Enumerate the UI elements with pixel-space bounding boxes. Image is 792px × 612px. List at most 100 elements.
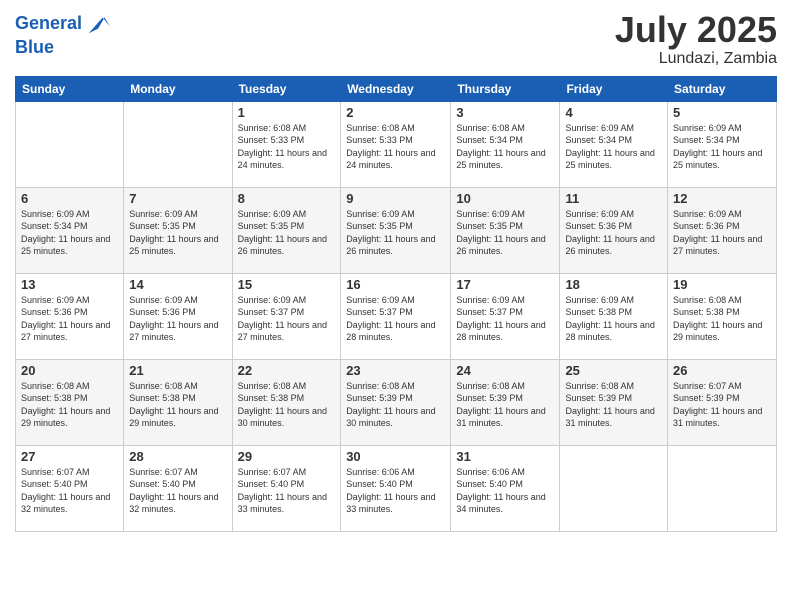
day-number: 17	[456, 277, 554, 292]
calendar-cell: 24 Sunrise: 6:08 AMSunset: 5:39 PMDaylig…	[451, 359, 560, 445]
calendar-cell: 18 Sunrise: 6:09 AMSunset: 5:38 PMDaylig…	[560, 273, 668, 359]
day-info: Sunrise: 6:07 AMSunset: 5:40 PMDaylight:…	[129, 466, 226, 516]
day-number: 13	[21, 277, 118, 292]
day-number: 20	[21, 363, 118, 378]
calendar-cell: 31 Sunrise: 6:06 AMSunset: 5:40 PMDaylig…	[451, 445, 560, 531]
calendar-cell: 3 Sunrise: 6:08 AMSunset: 5:34 PMDayligh…	[451, 101, 560, 187]
calendar-cell: 2 Sunrise: 6:08 AMSunset: 5:33 PMDayligh…	[341, 101, 451, 187]
day-info: Sunrise: 6:07 AMSunset: 5:39 PMDaylight:…	[673, 380, 771, 430]
calendar-cell: 19 Sunrise: 6:08 AMSunset: 5:38 PMDaylig…	[668, 273, 777, 359]
day-number: 4	[565, 105, 662, 120]
calendar-cell	[560, 445, 668, 531]
col-friday: Friday	[560, 76, 668, 101]
col-saturday: Saturday	[668, 76, 777, 101]
day-info: Sunrise: 6:09 AMSunset: 5:37 PMDaylight:…	[238, 294, 336, 344]
day-info: Sunrise: 6:08 AMSunset: 5:38 PMDaylight:…	[238, 380, 336, 430]
calendar-cell: 22 Sunrise: 6:08 AMSunset: 5:38 PMDaylig…	[232, 359, 341, 445]
day-number: 18	[565, 277, 662, 292]
day-number: 7	[129, 191, 226, 206]
calendar-header-row: Sunday Monday Tuesday Wednesday Thursday…	[16, 76, 777, 101]
day-info: Sunrise: 6:09 AMSunset: 5:35 PMDaylight:…	[129, 208, 226, 258]
day-number: 29	[238, 449, 336, 464]
day-info: Sunrise: 6:09 AMSunset: 5:36 PMDaylight:…	[673, 208, 771, 258]
day-number: 21	[129, 363, 226, 378]
day-number: 14	[129, 277, 226, 292]
calendar-cell: 7 Sunrise: 6:09 AMSunset: 5:35 PMDayligh…	[124, 187, 232, 273]
day-info: Sunrise: 6:08 AMSunset: 5:33 PMDaylight:…	[238, 122, 336, 172]
day-info: Sunrise: 6:09 AMSunset: 5:36 PMDaylight:…	[129, 294, 226, 344]
calendar-cell: 17 Sunrise: 6:09 AMSunset: 5:37 PMDaylig…	[451, 273, 560, 359]
calendar-cell: 6 Sunrise: 6:09 AMSunset: 5:34 PMDayligh…	[16, 187, 124, 273]
logo: General Blue	[15, 10, 112, 58]
calendar: Sunday Monday Tuesday Wednesday Thursday…	[15, 76, 777, 532]
day-number: 2	[346, 105, 445, 120]
col-monday: Monday	[124, 76, 232, 101]
day-number: 10	[456, 191, 554, 206]
day-info: Sunrise: 6:09 AMSunset: 5:37 PMDaylight:…	[346, 294, 445, 344]
calendar-cell: 15 Sunrise: 6:09 AMSunset: 5:37 PMDaylig…	[232, 273, 341, 359]
day-number: 3	[456, 105, 554, 120]
calendar-week-5: 27 Sunrise: 6:07 AMSunset: 5:40 PMDaylig…	[16, 445, 777, 531]
calendar-cell: 10 Sunrise: 6:09 AMSunset: 5:35 PMDaylig…	[451, 187, 560, 273]
day-info: Sunrise: 6:09 AMSunset: 5:34 PMDaylight:…	[673, 122, 771, 172]
day-info: Sunrise: 6:09 AMSunset: 5:35 PMDaylight:…	[346, 208, 445, 258]
day-info: Sunrise: 6:08 AMSunset: 5:38 PMDaylight:…	[129, 380, 226, 430]
day-info: Sunrise: 6:09 AMSunset: 5:35 PMDaylight:…	[456, 208, 554, 258]
calendar-cell: 20 Sunrise: 6:08 AMSunset: 5:38 PMDaylig…	[16, 359, 124, 445]
logo-icon	[84, 10, 112, 38]
day-number: 1	[238, 105, 336, 120]
calendar-cell: 9 Sunrise: 6:09 AMSunset: 5:35 PMDayligh…	[341, 187, 451, 273]
day-number: 6	[21, 191, 118, 206]
calendar-cell: 13 Sunrise: 6:09 AMSunset: 5:36 PMDaylig…	[16, 273, 124, 359]
day-info: Sunrise: 6:06 AMSunset: 5:40 PMDaylight:…	[346, 466, 445, 516]
day-number: 25	[565, 363, 662, 378]
day-info: Sunrise: 6:09 AMSunset: 5:34 PMDaylight:…	[565, 122, 662, 172]
page: General Blue July 2025 Lundazi, Zambia S…	[0, 0, 792, 612]
calendar-cell: 29 Sunrise: 6:07 AMSunset: 5:40 PMDaylig…	[232, 445, 341, 531]
day-number: 9	[346, 191, 445, 206]
calendar-cell: 23 Sunrise: 6:08 AMSunset: 5:39 PMDaylig…	[341, 359, 451, 445]
day-number: 15	[238, 277, 336, 292]
day-info: Sunrise: 6:09 AMSunset: 5:35 PMDaylight:…	[238, 208, 336, 258]
day-number: 5	[673, 105, 771, 120]
day-number: 19	[673, 277, 771, 292]
day-number: 23	[346, 363, 445, 378]
day-info: Sunrise: 6:09 AMSunset: 5:38 PMDaylight:…	[565, 294, 662, 344]
calendar-cell: 26 Sunrise: 6:07 AMSunset: 5:39 PMDaylig…	[668, 359, 777, 445]
col-wednesday: Wednesday	[341, 76, 451, 101]
day-number: 16	[346, 277, 445, 292]
logo-subtext: Blue	[15, 38, 112, 58]
calendar-cell: 28 Sunrise: 6:07 AMSunset: 5:40 PMDaylig…	[124, 445, 232, 531]
col-sunday: Sunday	[16, 76, 124, 101]
day-info: Sunrise: 6:08 AMSunset: 5:39 PMDaylight:…	[565, 380, 662, 430]
day-number: 26	[673, 363, 771, 378]
calendar-cell: 30 Sunrise: 6:06 AMSunset: 5:40 PMDaylig…	[341, 445, 451, 531]
day-info: Sunrise: 6:09 AMSunset: 5:36 PMDaylight:…	[21, 294, 118, 344]
day-info: Sunrise: 6:06 AMSunset: 5:40 PMDaylight:…	[456, 466, 554, 516]
calendar-cell: 14 Sunrise: 6:09 AMSunset: 5:36 PMDaylig…	[124, 273, 232, 359]
calendar-cell	[16, 101, 124, 187]
day-info: Sunrise: 6:07 AMSunset: 5:40 PMDaylight:…	[238, 466, 336, 516]
calendar-week-4: 20 Sunrise: 6:08 AMSunset: 5:38 PMDaylig…	[16, 359, 777, 445]
calendar-cell: 12 Sunrise: 6:09 AMSunset: 5:36 PMDaylig…	[668, 187, 777, 273]
calendar-week-2: 6 Sunrise: 6:09 AMSunset: 5:34 PMDayligh…	[16, 187, 777, 273]
logo-text: General	[15, 14, 82, 34]
day-number: 24	[456, 363, 554, 378]
calendar-cell: 21 Sunrise: 6:08 AMSunset: 5:38 PMDaylig…	[124, 359, 232, 445]
day-info: Sunrise: 6:08 AMSunset: 5:38 PMDaylight:…	[21, 380, 118, 430]
day-number: 28	[129, 449, 226, 464]
calendar-cell	[668, 445, 777, 531]
calendar-cell: 16 Sunrise: 6:09 AMSunset: 5:37 PMDaylig…	[341, 273, 451, 359]
day-info: Sunrise: 6:09 AMSunset: 5:34 PMDaylight:…	[21, 208, 118, 258]
calendar-cell: 5 Sunrise: 6:09 AMSunset: 5:34 PMDayligh…	[668, 101, 777, 187]
day-number: 30	[346, 449, 445, 464]
calendar-cell: 1 Sunrise: 6:08 AMSunset: 5:33 PMDayligh…	[232, 101, 341, 187]
col-tuesday: Tuesday	[232, 76, 341, 101]
day-number: 22	[238, 363, 336, 378]
calendar-cell: 8 Sunrise: 6:09 AMSunset: 5:35 PMDayligh…	[232, 187, 341, 273]
col-thursday: Thursday	[451, 76, 560, 101]
header: General Blue July 2025 Lundazi, Zambia	[15, 10, 777, 68]
main-title: July 2025	[615, 10, 777, 50]
day-number: 31	[456, 449, 554, 464]
day-info: Sunrise: 6:08 AMSunset: 5:33 PMDaylight:…	[346, 122, 445, 172]
